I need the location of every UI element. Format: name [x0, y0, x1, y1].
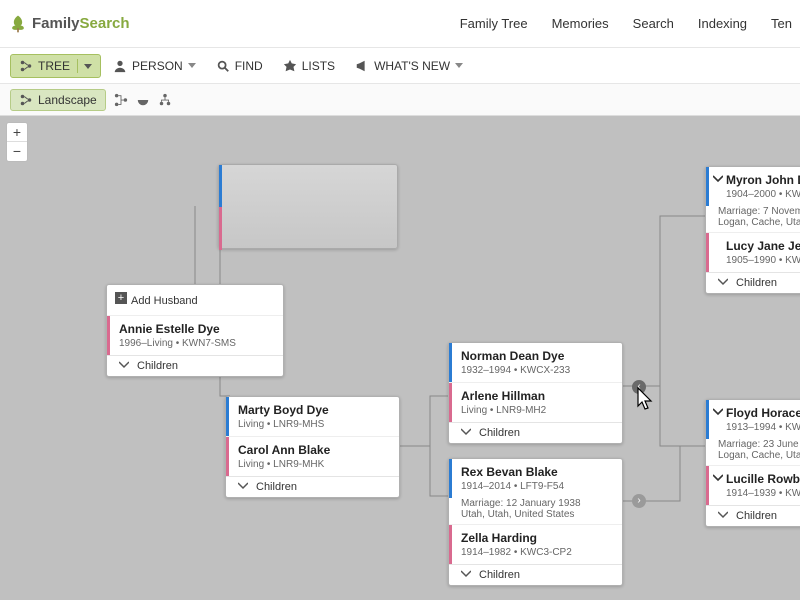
- person-meta: 1914–1939 • KWC: [718, 488, 800, 499]
- children-toggle[interactable]: Children: [449, 422, 622, 443]
- chevron-down-icon: [119, 361, 129, 369]
- landscape-label: Landscape: [38, 93, 97, 107]
- tree-button[interactable]: TREE: [10, 54, 101, 78]
- nav-search[interactable]: Search: [633, 16, 674, 31]
- tree-label: TREE: [38, 59, 70, 73]
- toolbar-primary: TREE PERSON FIND LISTS WHAT'S NEW: [0, 48, 800, 84]
- person-meta: 1914–1982 • KWC3-CP2: [461, 547, 612, 558]
- search-icon: [216, 59, 230, 73]
- tree-canvas[interactable]: + − + Add Husband Annie Estelle Dye 1996…: [0, 116, 800, 600]
- person-meta: 1996–Living • KWN7-SMS: [119, 338, 273, 349]
- chevron-down-icon: [461, 428, 471, 436]
- lists-button[interactable]: LISTS: [275, 55, 343, 77]
- zoom-out-button[interactable]: −: [7, 142, 27, 161]
- chevron-down-icon: [718, 511, 728, 519]
- person-name: Annie Estelle Dye: [119, 322, 273, 336]
- children-label: Children: [736, 510, 777, 522]
- person-button[interactable]: PERSON: [105, 55, 204, 77]
- descendancy-icon[interactable]: [158, 93, 172, 107]
- caret-down-icon: [455, 63, 463, 69]
- person-meta: Living • LNR9-MH2: [461, 405, 612, 416]
- caret-down-icon: [188, 63, 196, 69]
- person-name: Carol Ann Blake: [238, 443, 389, 457]
- whatsnew-button[interactable]: WHAT'S NEW: [347, 55, 471, 77]
- person-icon: [113, 59, 127, 73]
- children-label: Children: [137, 360, 178, 372]
- share-icon: [19, 59, 33, 73]
- expand-button[interactable]: ›: [632, 494, 646, 508]
- megaphone-icon: [355, 59, 369, 73]
- chevron-down-icon: [713, 408, 723, 416]
- add-husband-label: Add Husband: [131, 295, 198, 307]
- person-name: Myron John Dy: [718, 173, 800, 187]
- person-name: Lucille Rowbur: [718, 472, 800, 486]
- caret-down-icon: [84, 64, 92, 70]
- nav-memories[interactable]: Memories: [552, 16, 609, 31]
- find-label: FIND: [235, 59, 263, 73]
- fan-icon[interactable]: [136, 93, 150, 107]
- toolbar-secondary: Landscape: [0, 84, 800, 116]
- marriage-info: Marriage: 23 June Logan, Cache, Uta: [706, 439, 800, 465]
- person-meta: Living • LNR9-MHK: [238, 459, 389, 470]
- chevron-down-icon: [461, 570, 471, 578]
- person-name: Floyd Horace H: [718, 406, 800, 420]
- children-toggle[interactable]: Children: [706, 272, 800, 293]
- person-name: Rex Bevan Blake: [461, 465, 612, 479]
- person-meta: Living • LNR9-MHS: [238, 419, 389, 430]
- nav-indexing[interactable]: Indexing: [698, 16, 747, 31]
- person-name: Marty Boyd Dye: [238, 403, 389, 417]
- children-label: Children: [256, 481, 297, 493]
- person-meta: 1914–2014 • LFT9-F54: [461, 481, 612, 492]
- person-meta: 1904–2000 • KWC: [718, 189, 800, 200]
- chevron-down-icon: [238, 482, 248, 490]
- children-toggle[interactable]: Children: [706, 505, 800, 526]
- person-name: Lucy Jane Jens: [718, 239, 800, 253]
- marriage-info: Marriage: 7 Novem Logan, Cache, Uta: [706, 206, 800, 232]
- share-icon: [19, 93, 33, 107]
- children-toggle[interactable]: Children: [449, 564, 622, 585]
- card-rex-zella[interactable]: Rex Bevan Blake 1914–2014 • LFT9-F54 Mar…: [448, 458, 623, 586]
- placeholder-card[interactable]: [218, 164, 398, 249]
- zoom-control: + −: [6, 122, 28, 162]
- tree-icon: [8, 14, 28, 34]
- whatsnew-label: WHAT'S NEW: [374, 59, 450, 73]
- card-norman-arlene[interactable]: Norman Dean Dye 1932–1994 • KWCX-233 Arl…: [448, 342, 623, 444]
- children-label: Children: [479, 427, 520, 439]
- card-annie[interactable]: + Add Husband Annie Estelle Dye 1996–Liv…: [106, 284, 284, 377]
- chevron-down-icon: [713, 175, 723, 183]
- collapse-button[interactable]: ‹: [632, 380, 646, 394]
- nav-temple[interactable]: Ten: [771, 16, 792, 31]
- person-meta: 1913–1994 • KWC: [718, 422, 800, 433]
- children-label: Children: [479, 569, 520, 581]
- person-label: PERSON: [132, 59, 183, 73]
- branch-icon[interactable]: [114, 93, 128, 107]
- landscape-button[interactable]: Landscape: [10, 89, 106, 111]
- person-name: Zella Harding: [461, 531, 612, 545]
- find-button[interactable]: FIND: [208, 55, 271, 77]
- marriage-info: Marriage: 12 January 1938 Utah, Utah, Un…: [449, 498, 622, 524]
- add-husband-row[interactable]: + Add Husband: [107, 285, 283, 315]
- person-name: Norman Dean Dye: [461, 349, 612, 363]
- logo[interactable]: FamilySearch: [8, 14, 130, 34]
- star-icon: [283, 59, 297, 73]
- person-meta: 1932–1994 • KWCX-233: [461, 365, 612, 376]
- app-header: FamilySearch Family Tree Memories Search…: [0, 0, 800, 48]
- nav-family-tree[interactable]: Family Tree: [460, 16, 528, 31]
- zoom-in-button[interactable]: +: [7, 123, 27, 142]
- children-toggle[interactable]: Children: [226, 476, 399, 497]
- children-toggle[interactable]: Children: [107, 355, 283, 376]
- card-myron-lucy[interactable]: Myron John Dy 1904–2000 • KWC Marriage: …: [705, 166, 800, 294]
- plus-icon: +: [115, 292, 127, 304]
- chevron-down-icon: [713, 474, 723, 482]
- chevron-down-icon: [718, 278, 728, 286]
- children-label: Children: [736, 277, 777, 289]
- person-meta: 1905–1990 • KWC: [718, 255, 800, 266]
- tree-caret[interactable]: [77, 59, 92, 73]
- card-marty-carol[interactable]: Marty Boyd Dye Living • LNR9-MHS Carol A…: [225, 396, 400, 498]
- logo-text: FamilySearch: [32, 15, 130, 32]
- person-name: Arlene Hillman: [461, 389, 612, 403]
- lists-label: LISTS: [302, 59, 335, 73]
- header-nav: Family Tree Memories Search Indexing Ten: [460, 16, 792, 31]
- card-floyd-lucille[interactable]: Floyd Horace H 1913–1994 • KWC Marriage:…: [705, 399, 800, 527]
